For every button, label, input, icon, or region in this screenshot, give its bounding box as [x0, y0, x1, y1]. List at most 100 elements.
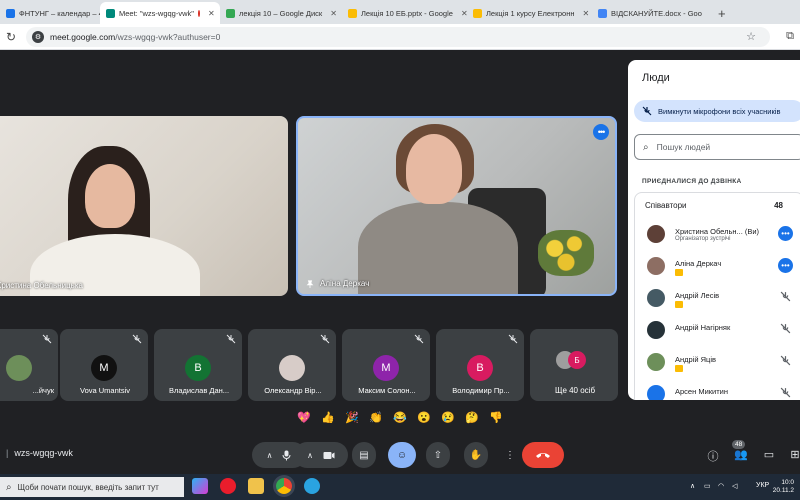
participants-group: Співавтори 48 Христина Обельн... (Ви) Ор…	[634, 192, 800, 400]
hand-icon: ✋	[469, 449, 483, 461]
opera-icon[interactable]	[220, 478, 236, 494]
meeting-info-icon[interactable]: ⓘ	[706, 448, 720, 464]
people-button[interactable]: 48 👥	[732, 440, 748, 461]
participant-tile[interactable]: M Vova Umantsiv	[60, 329, 148, 401]
participant-name: Андрій Лесів	[675, 291, 720, 300]
more-options-icon[interactable]: •••	[778, 226, 793, 241]
mic-off-icon[interactable]	[780, 387, 791, 398]
meet-stage: Христина Обельницька ••• Аліна Деркач ..…	[0, 50, 628, 445]
participant-tile[interactable]: M Максим Солон...	[342, 329, 430, 401]
leave-call-button[interactable]	[522, 442, 564, 468]
copilot-icon[interactable]	[192, 478, 208, 494]
chrome-icon[interactable]	[276, 478, 292, 494]
participant-tile[interactable]: B Владислав Дан...	[154, 329, 242, 401]
participant-face	[85, 164, 135, 228]
mute-all-button[interactable]: Вимкнути мікрофони всіх учасників	[634, 100, 800, 122]
close-icon[interactable]: ✕	[208, 9, 215, 18]
reaction-thumbs-up[interactable]: 👍	[320, 411, 336, 429]
people-panel: Люди Вимкнути мікрофони всіх учасників ⌕…	[628, 60, 800, 400]
more-participants-tile[interactable]: Б Ще 40 осіб	[530, 329, 618, 401]
tab-docs[interactable]: ВІДСКАНУЙТЕ.docx - Goo ✕	[592, 2, 710, 24]
participant-row[interactable]: Аліна Деркач •••	[635, 253, 800, 283]
reaction-thinking[interactable]: 🤔	[464, 411, 480, 429]
tab-meet[interactable]: Meet: "wzs-wgqg-vwk" ✕	[100, 2, 220, 24]
captions-button[interactable]: ▤	[352, 442, 376, 468]
reaction-thumbs-down[interactable]: 👎	[488, 411, 504, 429]
search-people-input[interactable]: ⌕ Пошук людей	[634, 134, 800, 160]
tray-expand-icon[interactable]: ∧	[690, 482, 695, 490]
volume-icon[interactable]: ◁	[732, 482, 737, 490]
activities-icon[interactable]: ⊞	[788, 448, 800, 461]
reaction-party[interactable]: 🎉	[344, 411, 360, 429]
participant-name: Владислав Дан...	[168, 386, 230, 395]
taskbar-search[interactable]: ⌕ Щоби почати пошук, введіть запит тут	[0, 477, 184, 497]
network-icon[interactable]: ▭	[704, 482, 711, 490]
participant-row[interactable]: Арсен Микитин	[635, 381, 800, 400]
bookmark-star-icon[interactable]: ☆	[746, 30, 756, 43]
mic-off-icon	[42, 334, 52, 344]
wifi-icon[interactable]: ◠	[718, 482, 724, 490]
close-icon[interactable]: ✕	[583, 9, 590, 18]
tab-drive[interactable]: лекція 10 – Google Диск ✕	[220, 2, 342, 24]
tab-label: Meet: "wzs-wgqg-vwk"	[119, 8, 194, 18]
url-field[interactable]: ⚙ meet.google.com/wzs-wgqg-vwk?authuser=…	[26, 27, 770, 47]
participant-tile[interactable]: ...йчук	[0, 329, 58, 401]
site-info-icon[interactable]: ⚙	[32, 31, 44, 43]
raise-hand-button[interactable]: ✋	[464, 442, 488, 468]
emoji-reactions-button[interactable]: ☺	[388, 442, 416, 468]
file-explorer-icon[interactable]	[248, 478, 264, 494]
tab-calendar[interactable]: ФНТУНГ – календар – 4 д ✕	[0, 2, 100, 24]
mic-off-icon	[508, 334, 518, 344]
more-options-icon[interactable]: •••	[593, 124, 609, 140]
telegram-icon[interactable]	[304, 478, 320, 494]
participant-row[interactable]: Андрій Яців	[635, 349, 800, 379]
mic-off-icon	[226, 334, 236, 344]
clock-date: 20.11.2	[772, 487, 794, 494]
reaction-clap[interactable]: 👏	[368, 411, 384, 429]
mic-off-icon	[414, 334, 424, 344]
participant-row[interactable]: Андрій Нагірняк	[635, 317, 800, 347]
more-options-button[interactable]: ⋮	[498, 442, 522, 468]
meeting-code: | wzs-wgqg-vwk	[6, 448, 73, 458]
participant-row[interactable]: Андрій Лесів	[635, 285, 800, 315]
chevron-up-icon[interactable]: ∧	[307, 451, 313, 460]
tile-name: Христина Обельницька	[0, 281, 83, 290]
avatar	[647, 353, 665, 371]
close-icon[interactable]: ✕	[330, 9, 337, 18]
chat-icon[interactable]: ▭	[762, 448, 776, 461]
extensions-icon[interactable]: ⧉	[786, 30, 794, 43]
reaction-laugh[interactable]: 😂	[392, 411, 408, 429]
tab-label: ФНТУНГ – календар – 4 д	[19, 8, 100, 18]
chevron-up-icon[interactable]: ∧	[267, 451, 273, 460]
camera-button[interactable]: ∧	[294, 442, 348, 468]
mic-off-icon[interactable]	[780, 355, 791, 366]
meet-icon	[106, 8, 115, 18]
reaction-surprised[interactable]: 😮	[416, 411, 432, 429]
more-participants-label: Ще 40 осіб	[554, 386, 596, 395]
present-screen-button[interactable]: ⇧	[426, 442, 450, 468]
meeting-controls-bar: | wzs-wgqg-vwk ∧ ∧ ▤ ☺ ⇧ ✋ ⋮ ⓘ 48 👥 ▭ ⊞	[0, 436, 800, 474]
reload-icon[interactable]: ↻	[0, 30, 22, 44]
participant-tile[interactable]: B Володимир Пр...	[436, 329, 524, 401]
participant-row[interactable]: Христина Обельн... (Ви) Організатор зуст…	[635, 221, 800, 251]
new-tab-button[interactable]: +	[710, 2, 734, 24]
participant-name: Андрій Яців	[675, 355, 716, 364]
tile-name-text: Аліна Деркач	[320, 279, 370, 288]
participant-tile[interactable]: Олександр Вір...	[248, 329, 336, 401]
reaction-sad[interactable]: 😢	[440, 411, 456, 429]
group-count: 48	[774, 201, 783, 210]
participant-tile-main-1[interactable]: Христина Обельницька	[0, 116, 288, 296]
group-label[interactable]: Співавтори	[645, 201, 687, 210]
pin-icon[interactable]	[306, 279, 314, 288]
mic-off-icon[interactable]	[780, 291, 791, 302]
tab-slides-1[interactable]: Лекція 10 ЕБ.pptx - Google ✕	[342, 2, 467, 24]
url-path: /wzs-wgqg-vwk?authuser=0	[115, 32, 221, 42]
slides-icon	[348, 8, 357, 18]
clock[interactable]: 10:0 20.11.2	[773, 479, 794, 495]
more-options-icon[interactable]: •••	[778, 258, 793, 273]
mic-off-icon[interactable]	[780, 323, 791, 334]
reaction-heart[interactable]: 💖	[296, 411, 312, 429]
tab-slides-2[interactable]: Лекція 1 курсу Електронн ✕	[467, 2, 592, 24]
participant-tile-main-2[interactable]: ••• Аліна Деркач	[296, 116, 617, 296]
language-indicator[interactable]: УКР	[756, 482, 769, 489]
